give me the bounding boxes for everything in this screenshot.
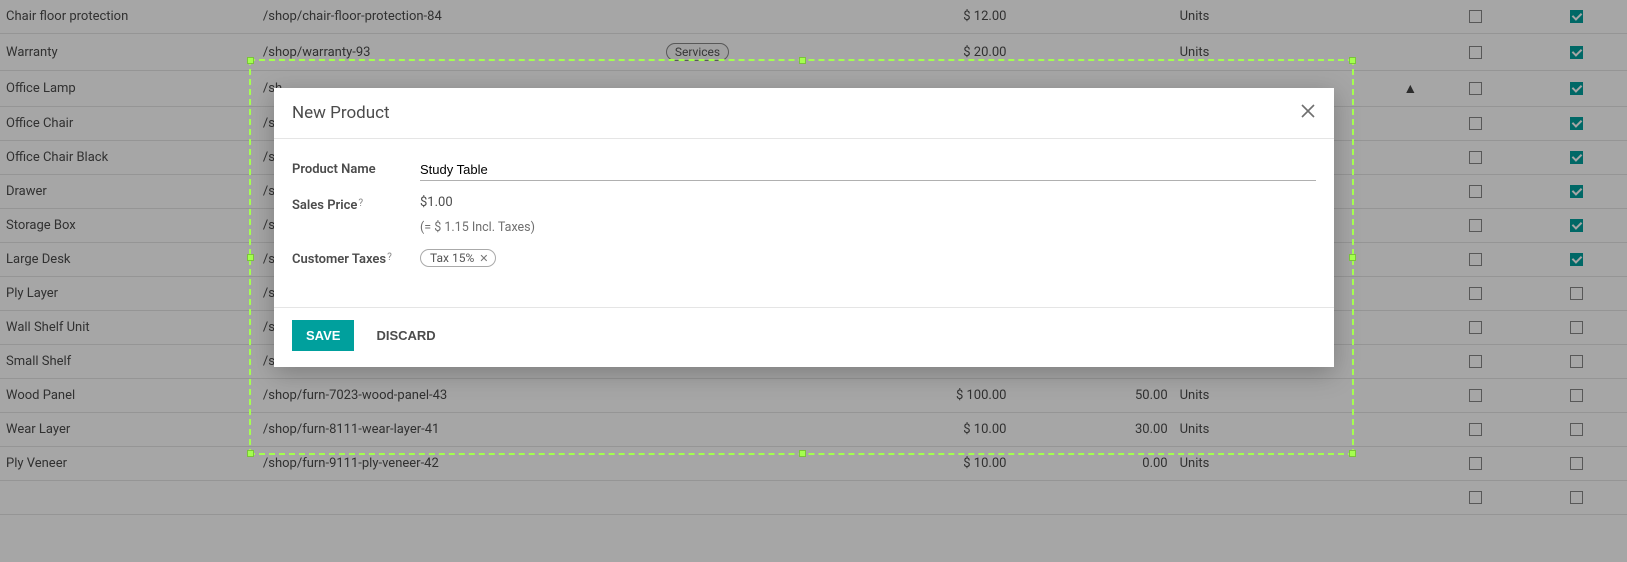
modal-title: New Product [292,103,390,123]
modal-footer: SAVE DISCARD [274,307,1334,367]
sales-price-incl-taxes: (= $ 1.15 Incl. Taxes) [420,220,1316,235]
tax-tag[interactable]: Tax 15% ✕ [420,249,496,267]
sales-price-label: Sales Price? [292,195,420,213]
product-name-label: Product Name [292,159,420,177]
remove-tax-icon[interactable]: ✕ [479,252,488,265]
modal-body: Product Name Sales Price? $1.00 (= $ 1.1… [274,139,1334,307]
modal-header: New Product [274,88,1334,139]
tax-tag-label: Tax 15% [430,251,474,265]
customer-taxes-label: Customer Taxes? [292,249,420,267]
new-product-modal: New Product Product Name Sales Price? $1… [274,88,1334,367]
discard-button[interactable]: DISCARD [362,320,449,351]
product-name-input[interactable] [420,159,1316,181]
save-button[interactable]: SAVE [292,320,354,351]
sales-price-value[interactable]: $1.00 [420,195,1316,210]
close-icon[interactable] [1300,102,1316,124]
